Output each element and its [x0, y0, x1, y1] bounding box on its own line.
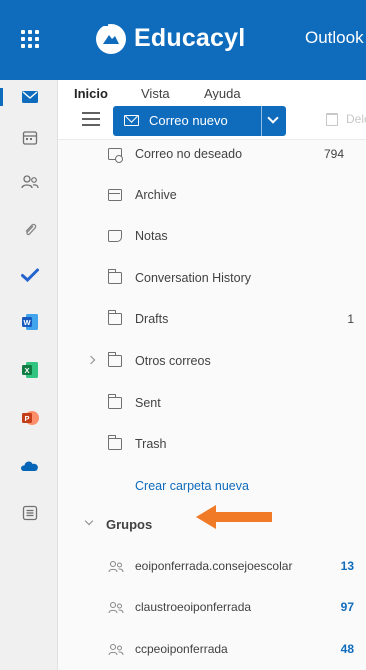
- delete-icon: [326, 113, 338, 126]
- svg-text:P: P: [24, 414, 29, 423]
- new-mail-label: Correo nuevo: [149, 113, 228, 128]
- notes-icon: [108, 230, 122, 242]
- folder-icon: [108, 352, 122, 367]
- folder-label: Drafts: [135, 312, 169, 326]
- create-folder-link[interactable]: Crear carpeta nueva: [135, 479, 249, 493]
- active-tab-underline: [74, 24, 108, 26]
- folder-label: Archive: [135, 188, 177, 202]
- group-icon: [108, 643, 124, 656]
- active-app-indicator: [0, 88, 3, 106]
- annotation-arrow-icon: [196, 505, 272, 529]
- mail-icon[interactable]: [20, 87, 40, 107]
- tab-vista[interactable]: Vista: [141, 86, 170, 101]
- powerpoint-icon[interactable]: P: [20, 408, 40, 428]
- groups-header: Grupos: [106, 517, 153, 532]
- apps-icon[interactable]: [20, 503, 40, 523]
- brand-logo-icon: [96, 24, 126, 54]
- tab-inicio[interactable]: Inicio: [74, 86, 108, 101]
- people-icon[interactable]: [20, 172, 40, 192]
- top-header-bar: Educacyl Outlook: [0, 0, 366, 80]
- compose-mail-icon: [124, 115, 139, 126]
- svg-text:X: X: [24, 366, 29, 375]
- delete-label: Dele: [346, 112, 366, 126]
- folder-item-otros-correos[interactable]: Otros correos: [58, 347, 366, 377]
- excel-icon[interactable]: X: [20, 360, 40, 380]
- chevron-down-icon[interactable]: [84, 516, 94, 526]
- folder-icon: [108, 435, 122, 450]
- folder-item-notas[interactable]: Notas: [58, 222, 366, 252]
- folder-item-conversation-history[interactable]: Conversation History: [58, 264, 366, 294]
- split-divider: [261, 106, 262, 136]
- archive-icon: [108, 189, 122, 201]
- folder-icon: [108, 394, 122, 409]
- junk-folder-icon: [108, 148, 123, 163]
- word-icon[interactable]: W: [20, 312, 40, 332]
- folder-count: 1: [347, 312, 354, 326]
- folder-item-junk[interactable]: Correo no deseado 794: [58, 140, 366, 170]
- group-icon: [108, 601, 124, 614]
- folder-icon: [108, 269, 122, 284]
- app-rail: W X P: [0, 80, 58, 670]
- group-count: 48: [340, 642, 354, 656]
- brand-name: Educacyl: [134, 24, 246, 52]
- group-label: ccpeoiponferrada: [135, 642, 228, 656]
- todo-icon[interactable]: [20, 265, 40, 285]
- folder-pane: Correo no deseado 794 Archive Notas Conv…: [58, 140, 366, 670]
- folder-label: Otros correos: [135, 354, 211, 368]
- chevron-right-icon[interactable]: [86, 355, 96, 365]
- folder-label: Correo no deseado: [135, 147, 243, 161]
- group-icon: [108, 560, 124, 573]
- chevron-down-icon[interactable]: [267, 112, 279, 124]
- tab-ayuda[interactable]: Ayuda: [204, 86, 241, 101]
- onedrive-icon[interactable]: [20, 455, 40, 475]
- folder-item-trash[interactable]: Trash: [58, 430, 366, 460]
- group-item[interactable]: ccpeoiponferrada 48: [58, 635, 366, 665]
- svg-text:W: W: [23, 318, 31, 327]
- folder-label: Notas: [135, 229, 168, 243]
- group-item[interactable]: eoiponferrada.consejoescolar 13: [58, 552, 366, 582]
- app-launcher-icon[interactable]: [21, 30, 39, 48]
- ribbon-toolbar: Correo nuevo Dele: [58, 100, 366, 140]
- folder-item-sent[interactable]: Sent: [58, 389, 366, 419]
- app-name[interactable]: Outlook: [305, 28, 364, 48]
- folder-item-drafts[interactable]: Drafts 1: [58, 305, 366, 335]
- folder-item-archive[interactable]: Archive: [58, 181, 366, 211]
- group-label: claustroeoiponferrada: [135, 600, 252, 614]
- menu-icon[interactable]: [82, 112, 100, 126]
- calendar-icon[interactable]: [20, 128, 40, 148]
- group-item[interactable]: claustroeoiponferrada 97: [58, 593, 366, 623]
- group-label: eoiponferrada.consejoescolar: [135, 559, 293, 573]
- attachment-icon[interactable]: [20, 220, 40, 240]
- folder-count: 794: [323, 147, 344, 161]
- new-mail-button[interactable]: Correo nuevo: [113, 106, 286, 136]
- folder-icon: [108, 310, 122, 325]
- group-count: 13: [340, 559, 354, 573]
- folder-label: Sent: [135, 396, 161, 410]
- folder-label: Trash: [135, 437, 167, 451]
- group-count: 97: [340, 600, 354, 614]
- folder-label: Conversation History: [135, 271, 252, 285]
